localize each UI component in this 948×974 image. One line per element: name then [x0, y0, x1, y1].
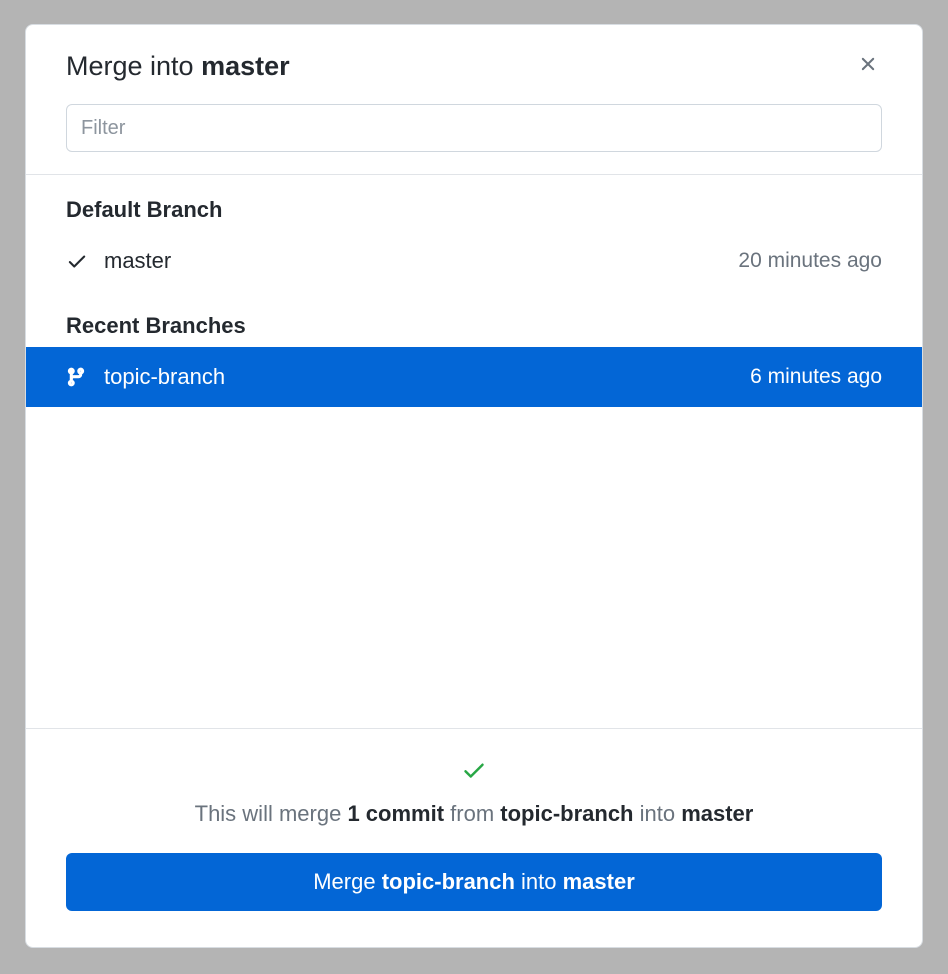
close-icon [857, 53, 879, 80]
commit-count: 1 commit [347, 801, 444, 826]
check-icon [66, 250, 96, 272]
filter-input[interactable] [66, 104, 882, 152]
success-check-icon [66, 757, 882, 783]
default-branch-heading: Default Branch [66, 175, 882, 231]
title-branch: master [201, 51, 290, 81]
summary-mid1: from [444, 801, 500, 826]
button-mid: into [515, 869, 563, 894]
branch-list: Default Branch master 20 minutes ago Rec… [26, 175, 922, 728]
branch-timestamp: 20 minutes ago [738, 249, 882, 273]
filter-row [26, 82, 922, 174]
merge-dialog: Merge into master Default Branch master … [25, 24, 923, 948]
git-branch-icon [66, 366, 96, 388]
button-source: topic-branch [382, 869, 515, 894]
merge-summary: This will merge 1 commit from topic-bran… [66, 801, 882, 827]
button-prefix: Merge [313, 869, 381, 894]
title-prefix: Merge into [66, 51, 201, 81]
summary-prefix: This will merge [195, 801, 348, 826]
merge-button[interactable]: Merge topic-branch into master [66, 853, 882, 911]
target-branch: master [681, 801, 753, 826]
button-target: master [563, 869, 635, 894]
branch-row-master[interactable]: master 20 minutes ago [26, 231, 922, 291]
default-branch-section: Default Branch [26, 175, 922, 231]
close-button[interactable] [854, 53, 882, 81]
branch-name: topic-branch [104, 364, 225, 390]
branch-name: master [104, 248, 171, 274]
recent-branches-section: Recent Branches [26, 291, 922, 347]
branch-timestamp: 6 minutes ago [750, 365, 882, 389]
source-branch: topic-branch [500, 801, 633, 826]
branch-row-topic-branch[interactable]: topic-branch 6 minutes ago [26, 347, 922, 407]
summary-mid2: into [634, 801, 682, 826]
recent-branches-heading: Recent Branches [66, 291, 882, 347]
dialog-footer: This will merge 1 commit from topic-bran… [26, 728, 922, 947]
dialog-title: Merge into master [66, 51, 290, 82]
dialog-header: Merge into master [26, 25, 922, 82]
